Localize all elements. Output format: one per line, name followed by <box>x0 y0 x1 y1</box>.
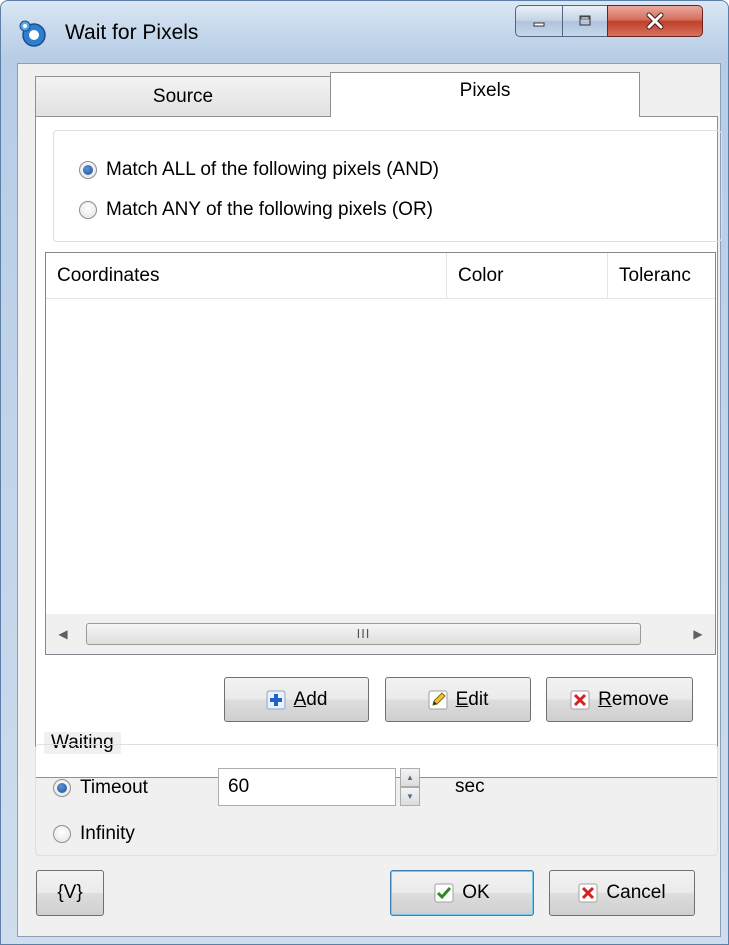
match-all-option[interactable]: Match ALL of the following pixels (AND) <box>79 159 439 181</box>
edit-button[interactable]: Edit <box>385 677 531 722</box>
variables-button[interactable]: {V} <box>36 870 104 916</box>
timeout-radio[interactable] <box>53 779 71 797</box>
spin-up-icon[interactable]: ▲ <box>400 768 420 787</box>
scroll-left-icon[interactable]: ◀ <box>46 614 80 654</box>
maximize-button[interactable] <box>562 5 608 37</box>
infinity-option[interactable]: Infinity <box>53 823 135 845</box>
match-any-radio[interactable] <box>79 201 97 219</box>
timeout-option[interactable]: Timeout <box>53 777 148 799</box>
add-button[interactable]: Add <box>224 677 369 722</box>
window-title: Wait for Pixels <box>65 21 199 44</box>
x-icon <box>578 883 598 903</box>
horizontal-scrollbar[interactable]: ◀ III ▶ <box>46 614 715 654</box>
dialog-window: Wait for Pixels Source Pixels Match ALL … <box>0 0 729 945</box>
ok-button[interactable]: OK <box>390 870 534 916</box>
timeout-unit: sec <box>455 776 485 797</box>
pixels-tab-page: Match ALL of the following pixels (AND) … <box>35 116 722 778</box>
close-button[interactable] <box>607 5 703 37</box>
remove-button-label: Remove <box>598 688 669 710</box>
app-icon <box>19 20 46 47</box>
x-icon <box>570 690 590 710</box>
checkmark-icon <box>434 883 454 903</box>
match-all-label: Match ALL of the following pixels (AND) <box>106 159 440 180</box>
column-header-tolerance[interactable]: Toleranc <box>608 253 715 298</box>
tab-pixels[interactable]: Pixels <box>330 72 640 117</box>
maximize-icon <box>563 6 607 36</box>
pencil-icon <box>428 690 448 710</box>
pixels-table[interactable]: Coordinates Color Toleranc ◀ III ▶ <box>45 252 716 655</box>
infinity-radio[interactable] <box>53 825 71 843</box>
table-header: Coordinates Color Toleranc <box>46 253 715 299</box>
remove-button[interactable]: Remove <box>546 677 693 722</box>
add-button-label: Add <box>293 688 328 710</box>
timeout-input[interactable]: 60 <box>218 768 396 806</box>
minimize-icon <box>516 6 562 36</box>
tab-source[interactable]: Source <box>35 76 331 116</box>
cancel-button[interactable]: Cancel <box>549 870 695 916</box>
title-bar[interactable]: Wait for Pixels <box>1 1 728 63</box>
cancel-button-label: Cancel <box>606 882 666 903</box>
match-all-radio[interactable] <box>79 161 97 179</box>
dialog-client-area: Source Pixels Match ALL of the following… <box>17 63 722 937</box>
match-any-label: Match ANY of the following pixels (OR) <box>106 199 434 220</box>
match-mode-group: Match ALL of the following pixels (AND) … <box>53 130 722 242</box>
scrollbar-thumb[interactable]: III <box>86 623 641 645</box>
ok-button-label: OK <box>462 882 490 903</box>
match-any-option[interactable]: Match ANY of the following pixels (OR) <box>79 199 433 221</box>
column-header-coordinates[interactable]: Coordinates <box>46 253 446 298</box>
column-header-color[interactable]: Color <box>447 253 607 298</box>
spin-down-icon[interactable]: ▼ <box>400 787 420 806</box>
minimize-button[interactable] <box>515 5 563 37</box>
scroll-right-icon[interactable]: ▶ <box>681 614 715 654</box>
edit-button-label: Edit <box>455 688 489 710</box>
infinity-label: Infinity <box>80 823 135 844</box>
variables-button-label: {V} <box>57 882 83 903</box>
close-icon <box>608 6 702 36</box>
timeout-label: Timeout <box>80 777 148 798</box>
plus-icon <box>266 690 286 710</box>
